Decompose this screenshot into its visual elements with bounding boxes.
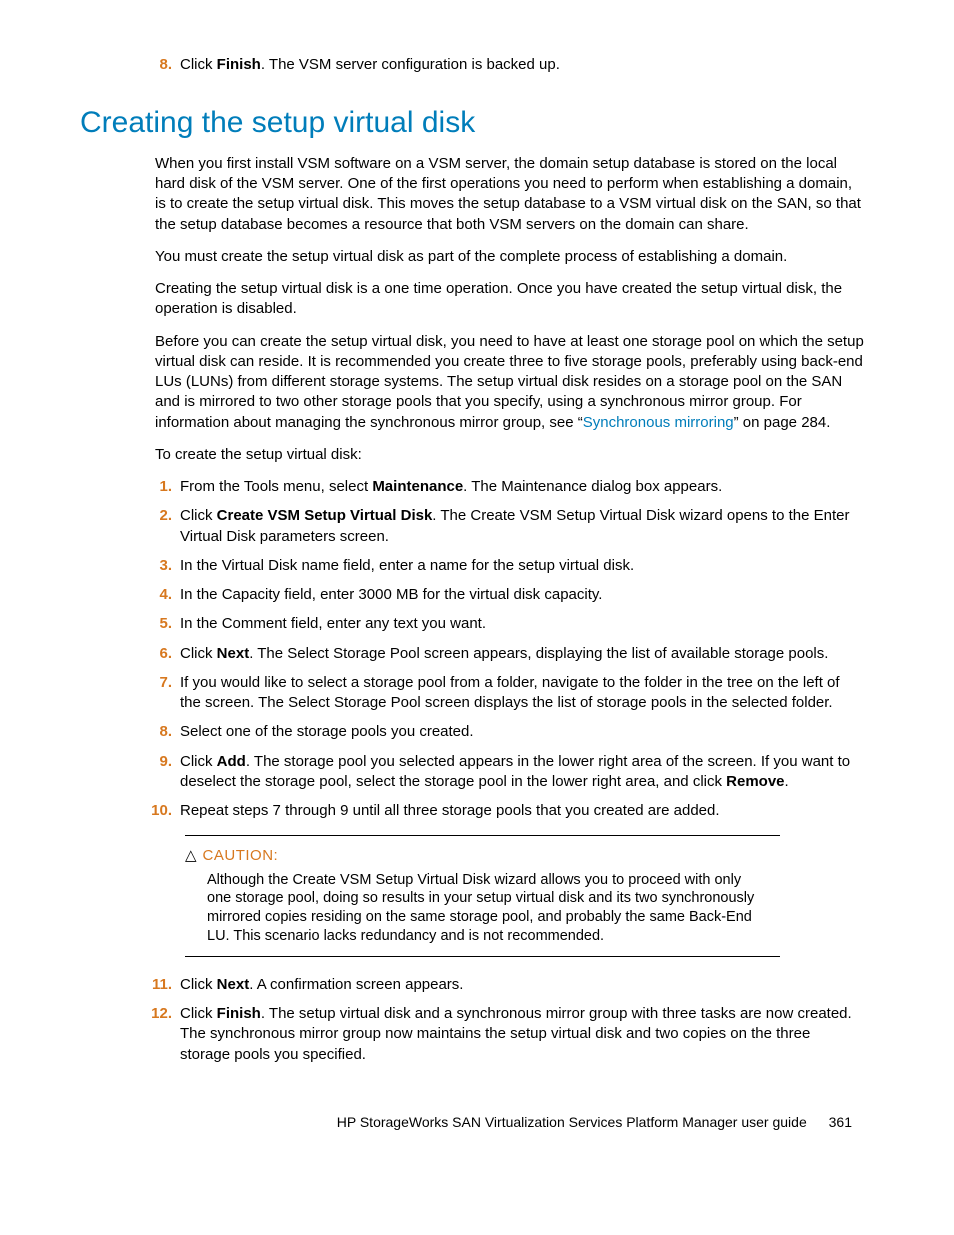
caution-admonition: △ CAUTION: Although the Create VSM Setup…: [185, 835, 780, 957]
list-number: 1.: [150, 477, 172, 497]
page-number: 361: [829, 1114, 852, 1130]
caution-text: Although the Create VSM Setup Virtual Di…: [207, 871, 760, 946]
list-number: 8.: [150, 55, 172, 75]
page-footer: HP StorageWorks SAN Virtualization Servi…: [80, 1113, 864, 1132]
list-text: Click Finish. The setup virtual disk and…: [180, 1005, 852, 1063]
list-number: 8.: [150, 722, 172, 742]
list-text: Click Add. The storage pool you selected…: [180, 753, 850, 790]
paragraph: Creating the setup virtual disk is a one…: [155, 279, 864, 320]
list-number: 2.: [150, 506, 172, 526]
list-number: 12.: [150, 1004, 172, 1024]
list-item: 9. Click Add. The storage pool you select…: [150, 752, 864, 793]
section-heading: Creating the setup virtual disk: [80, 103, 864, 144]
list-number: 5.: [150, 614, 172, 634]
list-text: If you would like to select a storage po…: [180, 674, 840, 711]
paragraph: You must create the setup virtual disk a…: [155, 247, 864, 267]
paragraph: To create the setup virtual disk:: [155, 445, 864, 465]
list-text: Select one of the storage pools you crea…: [180, 723, 474, 740]
list-item: 1. From the Tools menu, select Maintenanc…: [150, 477, 864, 497]
list-text: From the Tools menu, select Maintenance.…: [180, 478, 722, 495]
list-text: Click Next. A confirmation screen appear…: [180, 976, 463, 993]
caution-label: CAUTION:: [203, 846, 279, 866]
paragraph: Before you can create the setup virtual …: [155, 332, 864, 433]
list-text: In the Comment field, enter any text you…: [180, 615, 486, 632]
caution-icon: △: [185, 846, 197, 866]
list-item: 7. If you would like to select a storage …: [150, 673, 864, 714]
list-number: 9.: [150, 752, 172, 772]
list-number: 4.: [150, 585, 172, 605]
list-text: Click Create VSM Setup Virtual Disk. The…: [180, 507, 849, 544]
list-item: 4. In the Capacity field, enter 3000 MB f…: [150, 585, 864, 605]
list-item: 6. Click Next. The Select Storage Pool sc…: [150, 644, 864, 664]
ordered-steps: 1. From the Tools menu, select Maintenanc…: [150, 477, 864, 821]
list-number: 11.: [150, 975, 172, 995]
ordered-steps: 11. Click Next. A confirmation screen app…: [150, 975, 864, 1065]
list-item: 5. In the Comment field, enter any text y…: [150, 614, 864, 634]
list-item: 3. In the Virtual Disk name field, enter …: [150, 556, 864, 576]
list-item: 8. Select one of the storage pools you cr…: [150, 722, 864, 742]
list-text: Click Finish. The VSM server configurati…: [180, 56, 560, 73]
section-body: When you first install VSM software on a…: [155, 154, 864, 1065]
continuation-list: 8. Click Finish. The VSM server configur…: [155, 55, 864, 75]
list-number: 3.: [150, 556, 172, 576]
list-text: Repeat steps 7 through 9 until all three…: [180, 802, 720, 819]
list-item: 8. Click Finish. The VSM server configur…: [150, 55, 864, 75]
list-item: 12. Click Finish. The setup virtual disk …: [150, 1004, 864, 1065]
list-number: 7.: [150, 673, 172, 693]
cross-reference-link[interactable]: Synchronous mirroring: [583, 414, 734, 431]
page-content: 8. Click Finish. The VSM server configur…: [0, 0, 954, 1172]
list-text: In the Capacity field, enter 3000 MB for…: [180, 586, 602, 603]
list-item: 11. Click Next. A confirmation screen app…: [150, 975, 864, 995]
list-item: 2. Click Create VSM Setup Virtual Disk. T…: [150, 506, 864, 547]
list-item: 10. Repeat steps 7 through 9 until all th…: [150, 801, 864, 821]
footer-title: HP StorageWorks SAN Virtualization Servi…: [337, 1114, 807, 1130]
list-number: 6.: [150, 644, 172, 664]
list-number: 10.: [150, 801, 172, 821]
list-text: Click Next. The Select Storage Pool scre…: [180, 645, 828, 662]
list-text: In the Virtual Disk name field, enter a …: [180, 557, 634, 574]
paragraph: When you first install VSM software on a…: [155, 154, 864, 235]
